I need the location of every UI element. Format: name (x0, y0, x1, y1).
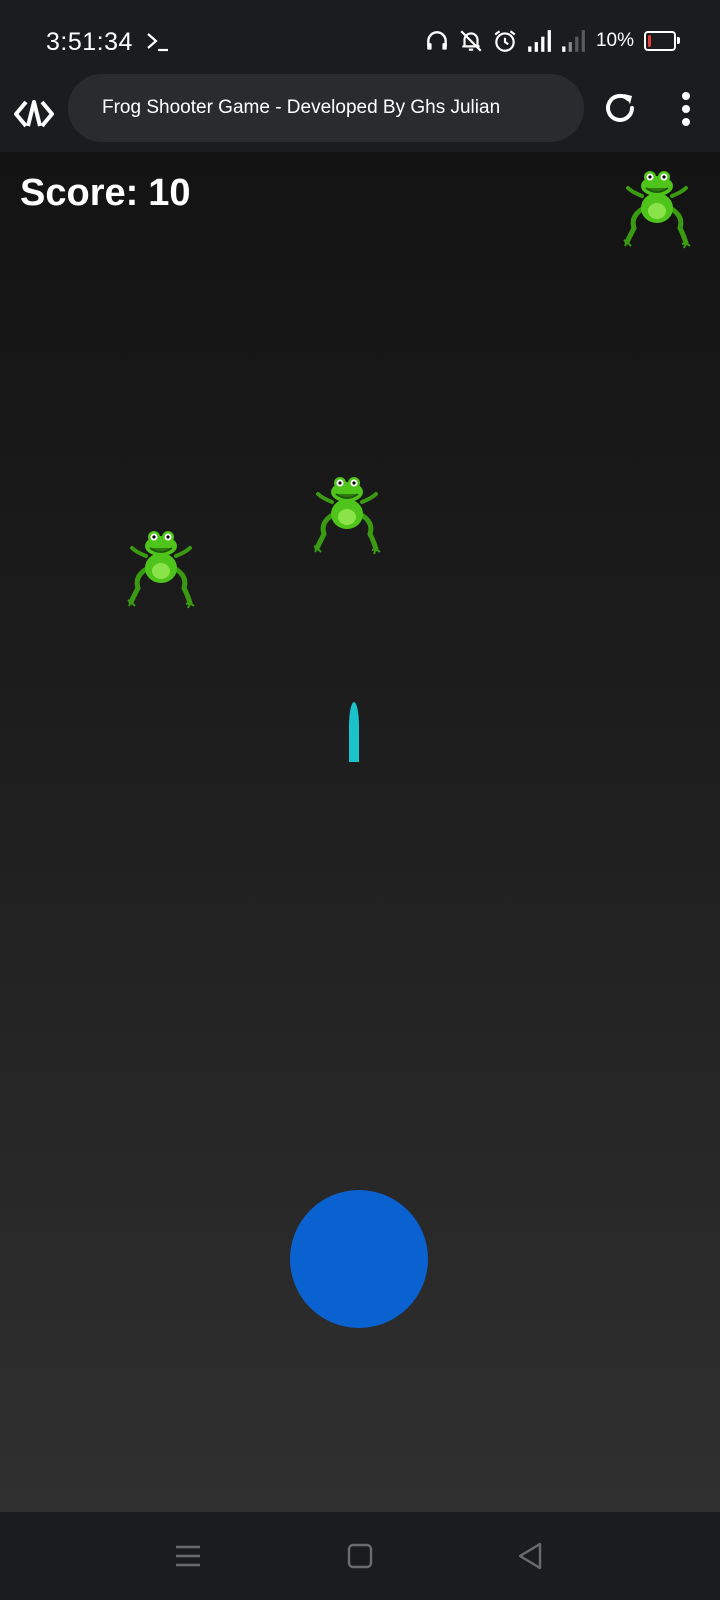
frog-enemy[interactable] (126, 526, 196, 610)
browser-toolbar: Frog Shooter Game - Developed By Ghs Jul… (0, 74, 720, 152)
signal-weak-icon (562, 30, 585, 52)
browser-logo-icon[interactable] (12, 92, 56, 136)
signal-icon (528, 30, 551, 52)
address-bar[interactable]: Frog Shooter Game - Developed By Ghs Jul… (68, 74, 584, 142)
terminal-icon (147, 33, 168, 52)
score-value: 10 (148, 172, 191, 214)
navigation-bar (0, 1512, 720, 1600)
frog-enemy[interactable] (622, 166, 692, 250)
bell-off-icon (460, 30, 482, 52)
battery-fill (648, 35, 651, 47)
bullet (349, 702, 359, 762)
back-icon[interactable] (514, 1540, 546, 1572)
status-icons: 10% (424, 28, 680, 54)
shooter-button[interactable] (290, 1190, 428, 1328)
frog-enemy[interactable] (312, 472, 382, 556)
status-time: 3:51:34 (46, 28, 133, 56)
reload-icon[interactable] (600, 88, 640, 128)
alarm-icon (494, 30, 516, 52)
home-icon[interactable] (344, 1540, 376, 1572)
screen: 3:51:34 10% Frog Shooter Game - Develope… (0, 0, 720, 1600)
headphones-icon (427, 31, 447, 50)
status-bar: 3:51:34 10% (0, 0, 720, 80)
battery-icon (644, 31, 680, 51)
recents-icon[interactable] (172, 1540, 204, 1572)
game-canvas[interactable]: Score: 10 (0, 152, 720, 1512)
score-display: Score: 10 (20, 172, 191, 215)
battery-percent: 10% (595, 30, 634, 51)
page-title: Frog Shooter Game - Developed By Ghs Jul… (102, 97, 501, 118)
more-vert-icon[interactable] (668, 88, 704, 130)
score-label: Score: (20, 172, 139, 214)
